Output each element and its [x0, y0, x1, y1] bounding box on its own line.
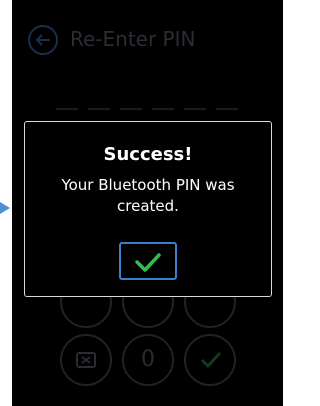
pin-digit-slot [88, 108, 110, 110]
pin-screen: Re-Enter PIN 0 Success! Your Bluetooth P… [12, 0, 283, 406]
pin-digit-slot [56, 108, 78, 110]
dialog-title: Success! [103, 144, 193, 165]
keypad-key-label: 0 [141, 347, 155, 372]
back-arrow-icon [35, 34, 50, 46]
back-button[interactable] [28, 25, 58, 55]
keypad-key-0[interactable]: 0 [122, 334, 174, 386]
pin-digit-slot [120, 108, 142, 110]
pointer-arrow-icon [0, 202, 10, 214]
dialog-message: Your Bluetooth PIN was created. [61, 176, 235, 215]
success-dialog: Success! Your Bluetooth PIN was created. [24, 121, 272, 297]
keypad-confirm-button[interactable] [184, 334, 236, 386]
checkmark-icon [200, 351, 222, 369]
pin-digit-slot [216, 108, 238, 110]
pin-digit-slot [152, 108, 174, 110]
checkmark-icon [135, 253, 161, 272]
confirm-button[interactable] [119, 242, 177, 280]
keypad-delete-button[interactable] [60, 334, 112, 386]
pin-digit-slot [184, 108, 206, 110]
delete-icon [76, 352, 96, 368]
page-title: Re-Enter PIN [70, 27, 196, 51]
